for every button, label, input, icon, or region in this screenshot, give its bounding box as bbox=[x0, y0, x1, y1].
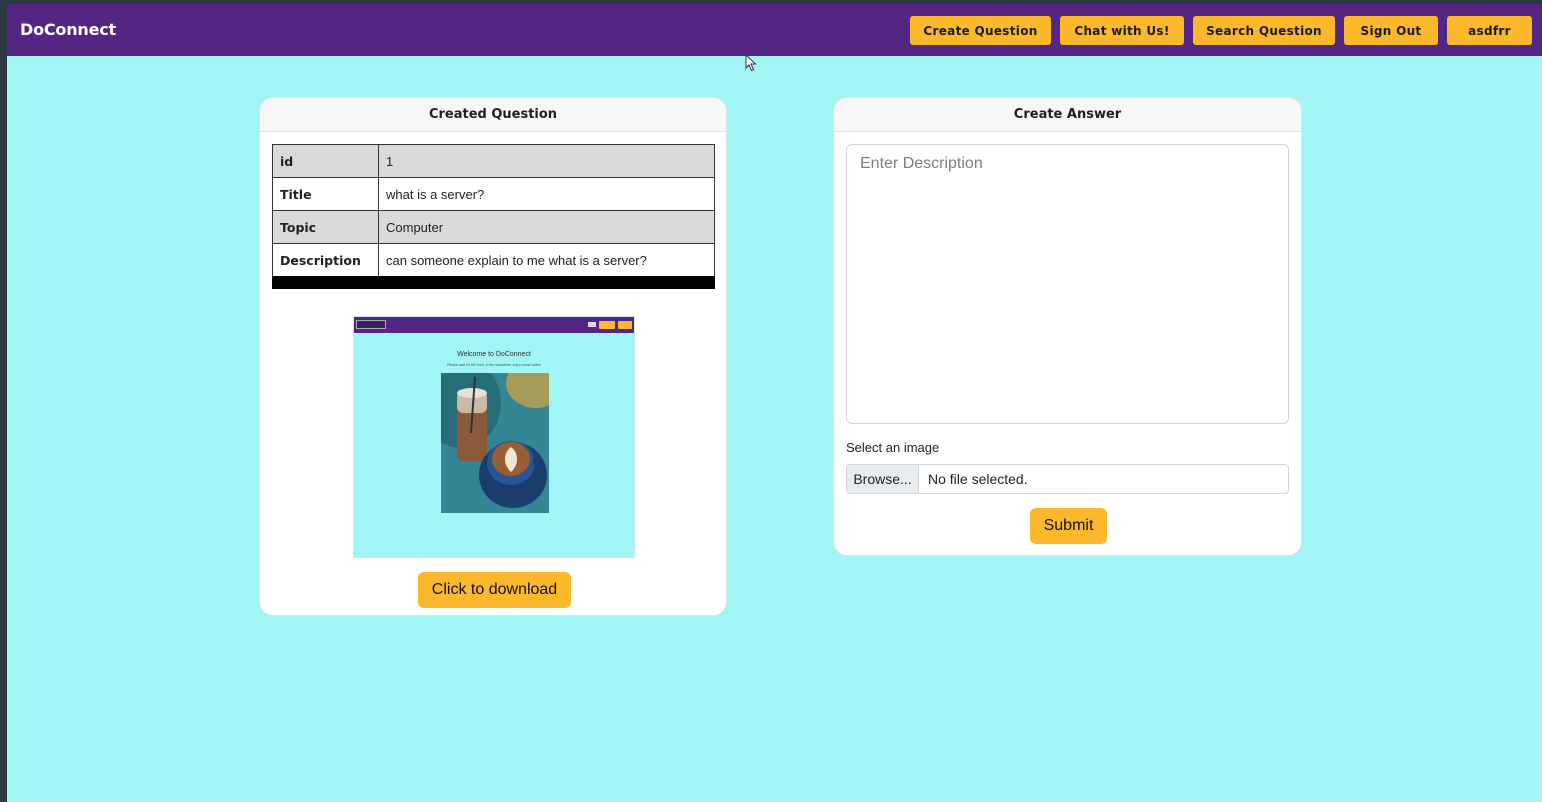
mouse-cursor-icon bbox=[745, 54, 757, 72]
download-button[interactable]: Click to download bbox=[418, 572, 571, 608]
preview-subtitle: Please wait for the form, in the meantim… bbox=[447, 363, 541, 367]
search-question-button[interactable]: Search Question bbox=[1193, 16, 1335, 45]
field-value: can someone explain to me what is a serv… bbox=[378, 243, 715, 277]
preview-nav-button bbox=[599, 321, 615, 329]
created-question-card: Created Question id 1 Title what is a se… bbox=[259, 97, 727, 616]
sign-out-button[interactable]: Sign Out bbox=[1344, 16, 1438, 45]
preview-notification bbox=[356, 320, 386, 329]
table-row: id 1 bbox=[272, 144, 715, 178]
card-header: Created Question bbox=[260, 98, 726, 132]
table-row: Title what is a server? bbox=[272, 177, 715, 211]
answer-description-input[interactable] bbox=[846, 144, 1289, 424]
table-row: Description can someone explain to me wh… bbox=[272, 243, 715, 277]
file-status-text: No file selected. bbox=[928, 471, 1028, 487]
preview-navbar bbox=[354, 317, 634, 333]
browse-button[interactable]: Browse... bbox=[847, 465, 919, 493]
nav-button-group: Create Question Chat with Us! Search Que… bbox=[901, 16, 1532, 45]
submit-button[interactable]: Submit bbox=[1030, 508, 1107, 544]
field-value: Computer bbox=[378, 210, 715, 244]
image-file-input[interactable]: Browse... No file selected. bbox=[846, 464, 1289, 494]
field-value: 1 bbox=[378, 144, 715, 178]
table-footer-bar bbox=[272, 276, 715, 289]
user-profile-button[interactable]: asdfrr bbox=[1447, 16, 1532, 45]
image-field-label: Select an image bbox=[846, 440, 940, 455]
field-value: what is a server? bbox=[378, 177, 715, 211]
preview-nav-link bbox=[588, 322, 596, 327]
question-attachment-image: Welcome to DoConnect Please wait for the… bbox=[353, 316, 635, 558]
table-row: Topic Computer bbox=[272, 210, 715, 244]
create-question-button[interactable]: Create Question bbox=[910, 16, 1051, 45]
top-navbar: DoConnect Create Question Chat with Us! … bbox=[7, 4, 1542, 56]
coffee-photo-icon bbox=[441, 373, 549, 513]
card-header: Create Answer bbox=[834, 98, 1301, 132]
create-answer-card: Create Answer Select an image Browse... … bbox=[833, 97, 1302, 556]
field-key: id bbox=[272, 144, 379, 178]
field-key: Description bbox=[272, 243, 379, 277]
field-key: Topic bbox=[272, 210, 379, 244]
preview-nav-button bbox=[618, 321, 632, 329]
preview-title: Welcome to DoConnect bbox=[457, 351, 531, 358]
question-details-table: id 1 Title what is a server? Topic Compu… bbox=[272, 144, 715, 277]
app-viewport: DoConnect Create Question Chat with Us! … bbox=[7, 4, 1542, 802]
field-key: Title bbox=[272, 177, 379, 211]
chat-with-us-button[interactable]: Chat with Us! bbox=[1060, 16, 1184, 45]
brand-logo[interactable]: DoConnect bbox=[20, 20, 116, 39]
